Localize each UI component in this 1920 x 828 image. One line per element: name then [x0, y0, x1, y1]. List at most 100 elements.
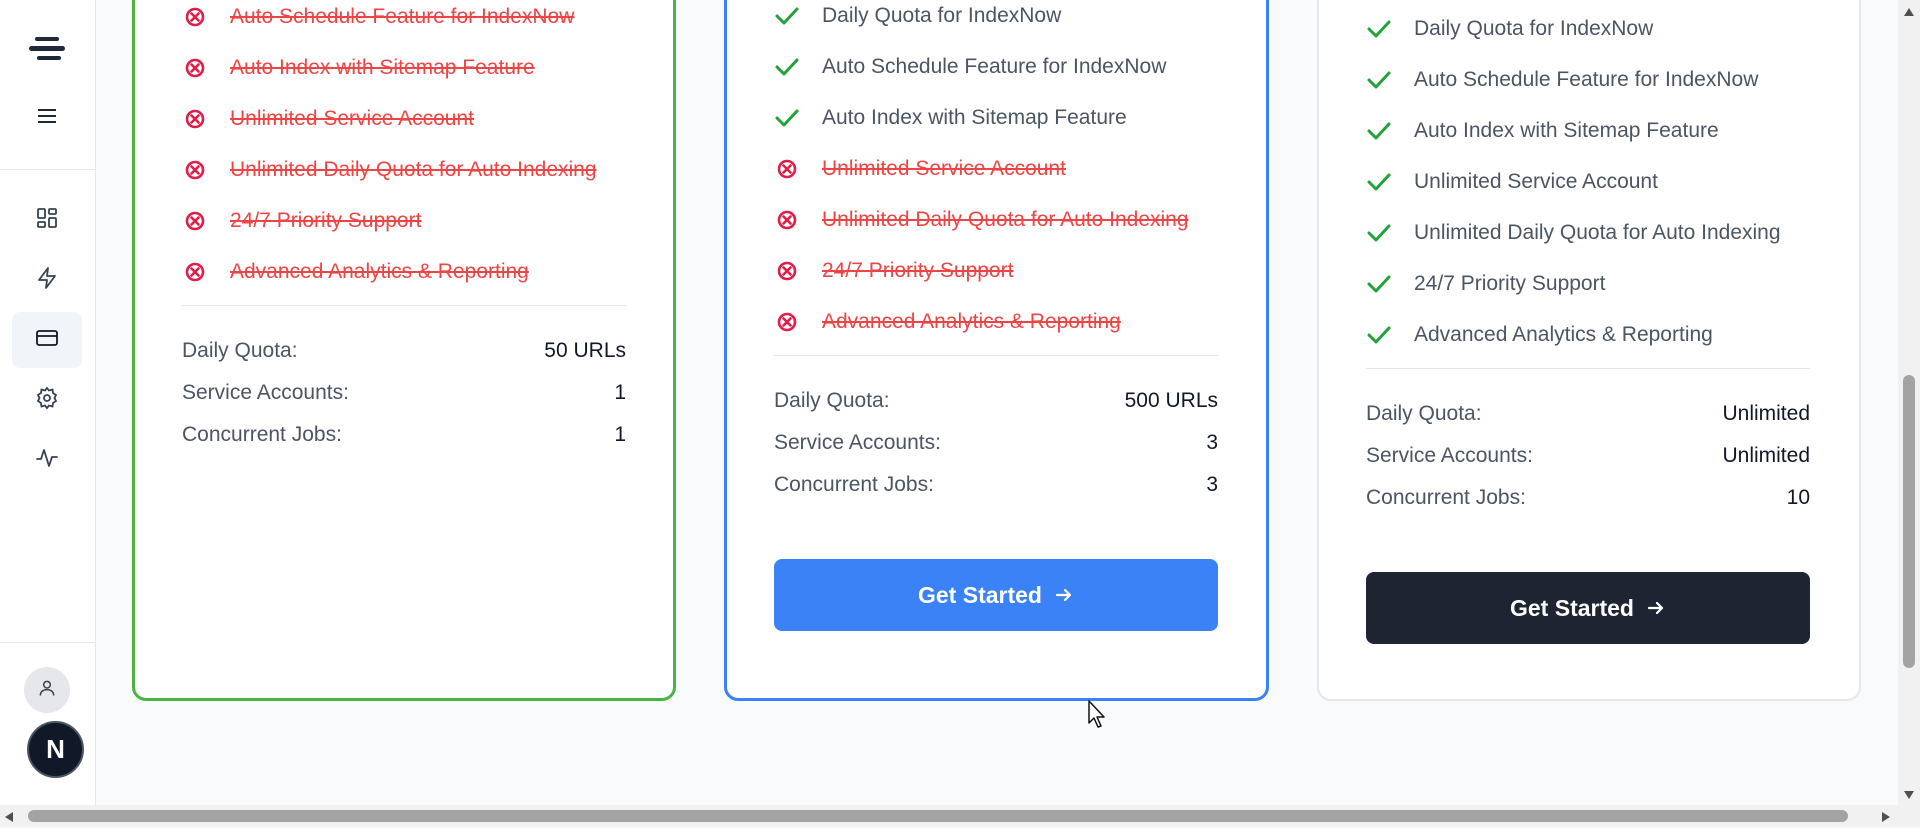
check-icon	[1366, 269, 1400, 299]
scroll-up-arrow-icon[interactable]	[1903, 4, 1915, 22]
feature-label: Unlimited Service Account	[230, 107, 474, 130]
feature-label: Auto Index with Sitemap Feature	[230, 56, 535, 79]
plan-stat-row: Daily Quota: 50 URLs	[182, 337, 626, 365]
feature-item: Unlimited Daily Quota for Auto Indexing	[182, 155, 597, 185]
feature-item: Unlimited Service Account	[1366, 167, 1658, 197]
stat-label: Daily Quota:	[1366, 402, 1482, 425]
sidebar-item-activity[interactable]	[12, 432, 82, 488]
horizontal-scrollbar[interactable]	[0, 805, 1920, 827]
stat-label: Service Accounts:	[1366, 444, 1533, 467]
feature-item: Advanced Analytics & Reporting	[1366, 320, 1713, 350]
plan-card-basic: Auto Schedule Feature for IndexNow Auto I…	[132, 0, 676, 701]
vertical-scrollbar[interactable]	[1898, 0, 1920, 805]
plan-stat-row: Concurrent Jobs: 3	[774, 471, 1218, 499]
stat-label: Service Accounts:	[182, 381, 349, 404]
hamburger-menu-icon[interactable]	[38, 107, 58, 130]
brand-logo-icon[interactable]	[29, 34, 65, 71]
check-icon	[1366, 320, 1400, 350]
check-icon	[1366, 167, 1400, 197]
sidebar-item-indexing[interactable]	[12, 252, 82, 308]
feature-label: Auto Schedule Feature for IndexNow	[822, 55, 1167, 78]
stat-value: Unlimited	[1722, 444, 1810, 467]
stat-value: 3	[1206, 473, 1218, 496]
feature-label: Daily Quota for IndexNow	[822, 4, 1062, 27]
grid-icon	[35, 206, 59, 235]
stat-label: Service Accounts:	[774, 431, 941, 454]
stat-label: Concurrent Jobs:	[1366, 486, 1526, 509]
activity-pulse-icon	[35, 446, 59, 475]
credit-card-icon	[35, 326, 59, 355]
check-icon	[1366, 14, 1400, 44]
get-started-button[interactable]: Get Started	[774, 559, 1218, 631]
x-circle-icon	[182, 53, 216, 83]
vertical-scrollbar-thumb[interactable]	[1903, 375, 1915, 668]
feature-label: Auto Index with Sitemap Feature	[822, 106, 1127, 129]
get-started-button[interactable]: Get Started	[1366, 572, 1810, 644]
feature-item: 24/7 Priority Support	[774, 256, 1013, 286]
x-circle-icon	[774, 307, 808, 337]
mouse-cursor-icon	[1088, 700, 1108, 735]
feature-item: Auto Schedule Feature for IndexNow	[774, 52, 1166, 82]
lightning-icon	[35, 266, 59, 295]
feature-label: Unlimited Service Account	[822, 157, 1066, 180]
plan-stat-row: Concurrent Jobs: 1	[182, 421, 626, 449]
plan-stat-row: Service Accounts: 3	[774, 429, 1218, 457]
stat-value: 3	[1206, 431, 1218, 454]
check-icon	[774, 1, 808, 31]
feature-item: Daily Quota for IndexNow	[774, 1, 1061, 31]
feature-item: Daily Quota for IndexNow	[1366, 14, 1653, 44]
feature-item: 24/7 Priority Support	[182, 206, 421, 236]
feature-item: Unlimited Daily Quota for Auto Indexing	[774, 205, 1189, 235]
feature-item: 24/7 Priority Support	[1366, 269, 1605, 299]
gear-icon	[35, 386, 59, 415]
feature-item: Auto Index with Sitemap Feature	[182, 53, 535, 83]
stat-value: 500 URLs	[1124, 389, 1218, 412]
check-icon	[774, 103, 808, 133]
check-icon	[774, 52, 808, 82]
scroll-down-arrow-icon[interactable]	[1903, 787, 1915, 805]
scroll-right-arrow-icon[interactable]	[1881, 810, 1891, 828]
plan-stat-row: Daily Quota: Unlimited	[1366, 400, 1810, 428]
check-icon	[1366, 65, 1400, 95]
user-profile-button[interactable]	[24, 667, 70, 713]
check-icon	[1366, 116, 1400, 146]
plan-stat-row: Daily Quota: 500 URLs	[774, 387, 1218, 415]
feature-item: Auto Index with Sitemap Feature	[1366, 116, 1719, 146]
x-circle-icon	[182, 2, 216, 32]
stat-value: Unlimited	[1722, 402, 1810, 425]
feature-label: 24/7 Priority Support	[822, 259, 1014, 282]
stat-label: Daily Quota:	[182, 339, 298, 362]
plan-stat-row: Service Accounts: Unlimited	[1366, 442, 1810, 470]
feature-label: Advanced Analytics & Reporting	[1414, 323, 1713, 346]
feature-label: Auto Index with Sitemap Feature	[1414, 119, 1719, 142]
arrow-right-icon	[1646, 598, 1666, 618]
x-circle-icon	[774, 205, 808, 235]
user-icon	[37, 678, 57, 703]
feature-item: Unlimited Service Account	[774, 154, 1066, 184]
avatar[interactable]: N	[27, 721, 84, 778]
feature-label: Auto Schedule Feature for IndexNow	[1414, 68, 1759, 91]
feature-item: Unlimited Daily Quota for Auto Indexing	[1366, 218, 1781, 248]
feature-item: Auto Index with Sitemap Feature	[774, 103, 1127, 133]
stat-value: 1	[614, 381, 626, 404]
x-circle-icon	[182, 155, 216, 185]
x-circle-icon	[182, 257, 216, 287]
check-icon	[1366, 218, 1400, 248]
feature-label: Auto Schedule Feature for IndexNow	[230, 5, 575, 28]
plan-card-enterprise: Max Service AccountsDaily Quota for Inde…	[1317, 0, 1861, 701]
horizontal-scrollbar-thumb[interactable]	[28, 810, 1848, 822]
sidebar-item-billing[interactable]	[12, 312, 82, 368]
x-circle-icon	[182, 206, 216, 236]
feature-item: Auto Schedule Feature for IndexNow	[1366, 65, 1758, 95]
sidebar-item-dashboard[interactable]	[12, 192, 82, 248]
feature-item: Advanced Analytics & Reporting	[774, 307, 1121, 337]
sidebar-item-settings[interactable]	[12, 372, 82, 428]
sidebar: N	[0, 0, 96, 805]
divider	[1366, 368, 1810, 369]
feature-label: 24/7 Priority Support	[230, 209, 422, 232]
scroll-left-arrow-icon[interactable]	[4, 810, 14, 828]
feature-label: Unlimited Service Account	[1414, 170, 1658, 193]
stat-label: Concurrent Jobs:	[774, 473, 934, 496]
sidebar-header	[0, 0, 95, 170]
feature-label: 24/7 Priority Support	[1414, 272, 1606, 295]
